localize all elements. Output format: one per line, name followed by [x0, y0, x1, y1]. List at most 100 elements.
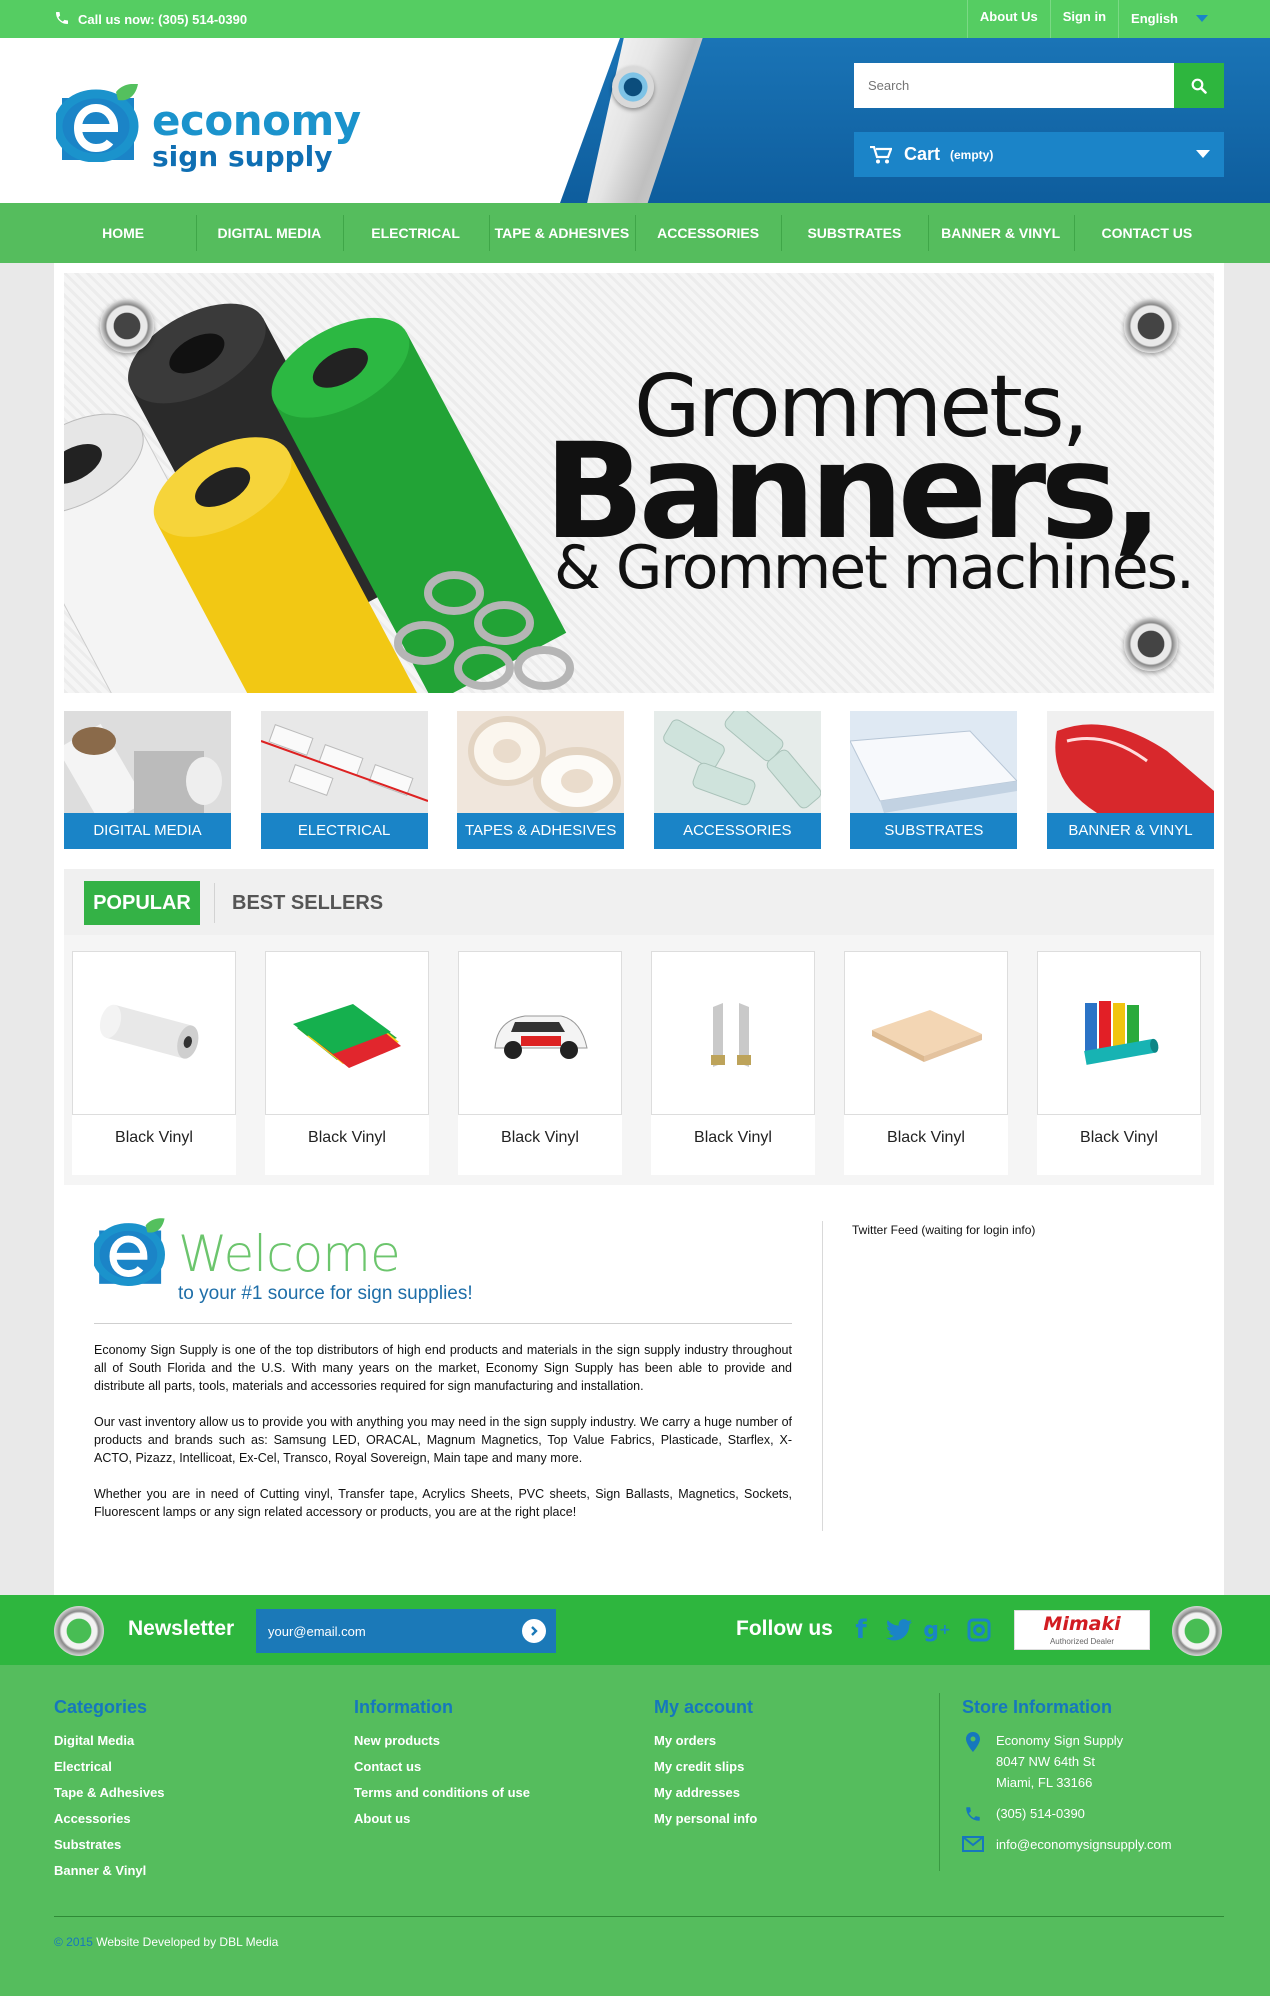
mimaki-logo-text: Mimaki [1043, 1613, 1121, 1635]
product-image [651, 951, 815, 1115]
product-card[interactable]: Black Vinyl [1037, 951, 1201, 1175]
category-tile-banner-vinyl[interactable]: Banner & Vinyl [1046, 711, 1214, 849]
footer-link[interactable]: Accessories [54, 1806, 165, 1832]
store-address: Economy Sign Supply 8047 NW 64th St Miam… [962, 1730, 1172, 1793]
top-bar: Call us now: (305) 514-0390 About Us Sig… [0, 0, 1270, 38]
product-card[interactable]: Black Vinyl [844, 951, 1008, 1175]
footer-link[interactable]: Terms and conditions of use [354, 1780, 530, 1806]
top-links: About Us Sign in English [966, 0, 1212, 38]
category-label: Accessories [653, 813, 821, 849]
footer-link[interactable]: Electrical [54, 1754, 165, 1780]
footer-link[interactable]: My credit slips [654, 1754, 757, 1780]
newsletter-submit-button[interactable] [522, 1619, 546, 1643]
site-footer: Categories Digital Media Electrical Tape… [0, 1665, 1270, 1996]
envelope-icon [962, 1834, 984, 1855]
grommet-icon [100, 299, 154, 353]
category-image [457, 711, 625, 813]
product-name: Black Vinyl [308, 1129, 386, 1146]
instagram-icon[interactable] [964, 1615, 994, 1645]
main-nav: HOME DIGITAL MEDIA ELECTRICAL TAPE & ADH… [0, 203, 1270, 263]
footer-categories: Categories Digital Media Electrical Tape… [54, 1697, 165, 1884]
phone-text: Call us now: (305) 514-0390 [78, 12, 248, 27]
welcome-section: Welcome to your #1 source for sign suppl… [94, 1213, 792, 1533]
logo-text-sign-supply: sign supply [152, 140, 333, 173]
site-logo[interactable]: economy sign supply [52, 54, 392, 174]
footer-link[interactable]: Digital Media [54, 1728, 165, 1754]
tab-popular[interactable]: POPULAR [84, 881, 200, 925]
category-tile-substrates[interactable]: Substrates [850, 711, 1018, 849]
chevron-down-icon [1196, 2, 1208, 36]
grommet-icon [1124, 617, 1178, 671]
store-email-link[interactable]: info@economysignsupply.com [996, 1834, 1172, 1855]
footer-link[interactable]: Contact us [354, 1754, 530, 1780]
category-tile-digital-media[interactable]: Digital Media [64, 711, 231, 849]
product-card[interactable]: Black Vinyl [458, 951, 622, 1175]
product-card[interactable]: Black Vinyl [265, 951, 429, 1175]
twitter-feed: Twitter Feed (waiting for login info) [852, 1223, 1036, 1237]
footer-link[interactable]: New products [354, 1728, 530, 1754]
cart-status: (empty) [950, 147, 994, 162]
footer-my-account: My account My orders My credit slips My … [654, 1697, 757, 1832]
footer-link[interactable]: About us [354, 1806, 530, 1832]
category-tile-tapes-adhesives[interactable]: Tapes & Adhesives [457, 711, 625, 849]
main-content: Grommets, Banners, & Grommet machines. D… [54, 263, 1224, 1595]
about-us-link[interactable]: About Us [966, 0, 1050, 38]
divider [94, 1323, 792, 1324]
category-label: Digital Media [64, 813, 231, 849]
category-tile-electrical[interactable]: Electrical [260, 711, 428, 849]
product-name: Black Vinyl [694, 1129, 772, 1146]
nav-item-substrates[interactable]: SUBSTRATES [781, 203, 927, 263]
divider [939, 1693, 940, 1871]
google-plus-icon[interactable]: g + [922, 1615, 952, 1645]
newsletter-label: Newsletter [128, 1617, 235, 1640]
newsletter-email-input[interactable] [256, 1623, 506, 1639]
store-name: Economy Sign Supply [996, 1733, 1124, 1748]
nav-item-electrical[interactable]: ELECTRICAL [342, 203, 489, 263]
store-city: Miami, FL 33166 [996, 1775, 1093, 1790]
category-tile-accessories[interactable]: Accessories [653, 711, 821, 849]
grommet-icon [54, 1606, 104, 1656]
footer-link[interactable]: My addresses [654, 1780, 757, 1806]
grommet-icon [612, 66, 654, 108]
category-image [653, 711, 821, 813]
product-card[interactable]: Black Vinyl [72, 951, 236, 1175]
footer-link[interactable]: My personal info [654, 1806, 757, 1832]
sign-in-link[interactable]: Sign in [1049, 0, 1118, 38]
footer-heading: My account [654, 1697, 754, 1717]
welcome-paragraph: Whether you are in need of Cutting vinyl… [94, 1487, 792, 1519]
store-street: 8047 NW 64th St [996, 1754, 1095, 1769]
product-name: Black Vinyl [115, 1129, 193, 1146]
welcome-paragraph: Our vast inventory allow us to provide y… [94, 1415, 792, 1465]
product-card[interactable]: Black Vinyl [651, 951, 815, 1175]
tab-best-sellers[interactable]: BEST SELLERS [232, 881, 383, 925]
nav-item-contact-us[interactable]: CONTACT US [1073, 203, 1220, 263]
nav-item-home[interactable]: HOME [50, 203, 196, 263]
store-phone-text[interactable]: (305) 514-0390 [996, 1803, 1085, 1824]
language-selector[interactable]: English [1118, 0, 1212, 38]
product-image [458, 951, 622, 1115]
mimaki-dealer-badge[interactable]: Mimaki Authorized Dealer [1014, 1610, 1150, 1650]
footer-link[interactable]: Substrates [54, 1832, 165, 1858]
nav-item-banner-vinyl[interactable]: BANNER & VINYL [927, 203, 1074, 263]
footer-heading: Information [354, 1697, 453, 1717]
category-image [260, 711, 428, 813]
facebook-icon[interactable]: f [846, 1615, 876, 1645]
category-image [850, 711, 1018, 813]
footer-link[interactable]: Tape & Adhesives [54, 1780, 165, 1806]
category-label: Substrates [850, 813, 1018, 849]
category-label: Banner & Vinyl [1046, 813, 1214, 849]
nav-item-accessories[interactable]: ACCESSORIES [635, 203, 781, 263]
nav-item-digital-media[interactable]: DIGITAL MEDIA [196, 203, 342, 263]
nav-item-tape-adhesives[interactable]: TAPE & ADHESIVES [488, 203, 635, 263]
newsletter-form [256, 1609, 556, 1653]
footer-link[interactable]: Banner & Vinyl [54, 1858, 165, 1884]
logo-e-icon [56, 84, 139, 162]
cart-dropdown[interactable]: Cart (empty) [854, 132, 1224, 177]
category-image [1046, 711, 1214, 813]
search-input[interactable] [854, 63, 1174, 108]
twitter-icon[interactable] [884, 1615, 914, 1645]
hero-banner[interactable]: Grommets, Banners, & Grommet machines. [64, 273, 1214, 693]
footer-link[interactable]: My orders [654, 1728, 757, 1754]
search-button[interactable] [1174, 63, 1224, 108]
category-label: Electrical [260, 813, 428, 849]
